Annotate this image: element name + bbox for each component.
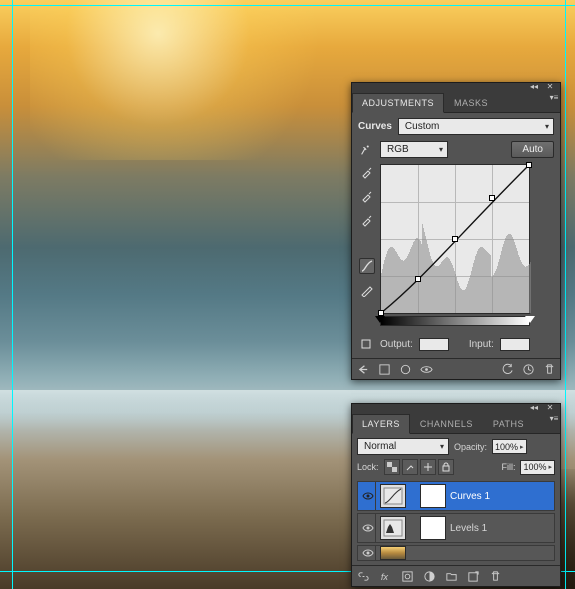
curves-graph[interactable] [380, 164, 530, 314]
clip-icon[interactable] [398, 362, 412, 376]
panel-menu-icon[interactable]: ▾≡ [548, 414, 560, 422]
add-adjustment-icon[interactable] [422, 569, 436, 583]
panel-drag-bar[interactable]: ◂◂ ✕ [352, 404, 560, 414]
expand-icon[interactable] [377, 362, 391, 376]
panel-menu-icon[interactable]: ▾≡ [548, 93, 560, 101]
layers-panel: ◂◂ ✕ LAYERS CHANNELS PATHS ▾≡ Normal ▾ O… [351, 403, 561, 587]
on-image-tool-icon[interactable] [358, 142, 374, 158]
opacity-value: 100% [495, 442, 518, 452]
previous-state-icon[interactable] [500, 362, 514, 376]
channel-dropdown[interactable]: RGB ▾ [380, 141, 448, 158]
return-arrow-icon[interactable] [356, 362, 370, 376]
eyedropper-white-icon[interactable] [359, 212, 375, 228]
layers-footer: fx [352, 565, 560, 586]
lock-all-icon[interactable] [438, 459, 454, 475]
curve-point-threequarter[interactable] [489, 195, 495, 201]
layer-row-levels[interactable]: Levels 1 [357, 513, 555, 543]
edit-points-icon[interactable] [358, 336, 374, 352]
adjustments-panel: ◂◂ ✕ ADJUSTMENTS MASKS ▾≡ Curves Custom … [351, 82, 561, 380]
preset-dropdown-value: Custom [405, 121, 439, 132]
lock-pixels-icon[interactable] [402, 459, 418, 475]
lock-label: Lock: [357, 462, 379, 472]
layer-row-curves[interactable]: Curves 1 [357, 481, 555, 511]
layer-name: Curves 1 [450, 491, 490, 502]
preset-dropdown[interactable]: Custom ▾ [398, 118, 554, 135]
input-gradient [380, 316, 530, 326]
white-slider[interactable] [525, 316, 535, 323]
trash-icon[interactable] [542, 362, 556, 376]
visibility-toggle[interactable] [360, 545, 376, 561]
adjustment-thumb [380, 484, 406, 508]
collapse-icon[interactable]: ◂◂ [528, 403, 540, 411]
black-slider[interactable] [375, 316, 385, 323]
mask-thumb [420, 484, 446, 508]
eye-icon[interactable] [419, 362, 433, 376]
tab-layers[interactable]: LAYERS [352, 414, 410, 434]
chevron-down-icon: ▾ [439, 145, 443, 154]
adjustments-footer [352, 358, 560, 379]
layer-name: Levels 1 [450, 523, 487, 534]
guide-vertical-left [12, 0, 13, 589]
blend-mode-value: Normal [364, 441, 396, 452]
adjustment-thumb [380, 516, 406, 540]
curve-mode-icon[interactable] [359, 258, 375, 274]
visibility-toggle[interactable] [360, 482, 376, 510]
collapse-icon[interactable]: ◂◂ [528, 82, 540, 90]
lock-transparent-icon[interactable] [384, 459, 400, 475]
opacity-field[interactable]: 100% ▸ [492, 439, 527, 454]
adjustment-type-label: Curves [358, 121, 392, 132]
new-group-icon[interactable] [444, 569, 458, 583]
add-mask-icon[interactable] [400, 569, 414, 583]
guide-horizontal-top [0, 5, 575, 6]
opacity-label: Opacity: [454, 442, 487, 452]
close-icon[interactable]: ✕ [544, 82, 556, 90]
chevron-down-icon: ▾ [440, 442, 444, 451]
fill-field[interactable]: 100% ▸ [520, 460, 555, 475]
new-layer-icon[interactable] [466, 569, 480, 583]
panel-drag-bar[interactable]: ◂◂ ✕ [352, 83, 560, 93]
curve-point-highlight[interactable] [526, 162, 532, 168]
eyedropper-black-icon[interactable] [359, 164, 375, 180]
chevron-right-icon: ▸ [520, 443, 524, 451]
lock-position-icon[interactable] [420, 459, 436, 475]
layer-style-icon[interactable]: fx [378, 569, 392, 583]
visibility-toggle[interactable] [360, 514, 376, 542]
tab-adjustments[interactable]: ADJUSTMENTS [352, 93, 444, 113]
image-thumb [380, 546, 406, 560]
pencil-mode-icon[interactable] [359, 282, 375, 298]
tab-channels[interactable]: CHANNELS [410, 414, 483, 433]
close-icon[interactable]: ✕ [544, 403, 556, 411]
svg-text:fx: fx [380, 572, 388, 582]
channel-dropdown-value: RGB [387, 144, 409, 155]
chevron-down-icon: ▾ [545, 122, 549, 131]
tab-masks[interactable]: MASKS [444, 93, 498, 112]
reset-icon[interactable] [521, 362, 535, 376]
guide-vertical-right [565, 0, 566, 589]
tab-paths[interactable]: PATHS [483, 414, 534, 433]
input-field[interactable] [500, 338, 530, 351]
link-layers-icon[interactable] [356, 569, 370, 583]
curve-point-quarter[interactable] [415, 276, 421, 282]
fill-label: Fill: [501, 462, 515, 472]
auto-button[interactable]: Auto [511, 141, 554, 158]
eyedropper-gray-icon[interactable] [359, 188, 375, 204]
output-field[interactable] [419, 338, 449, 351]
fill-value: 100% [523, 462, 546, 472]
mask-thumb [420, 516, 446, 540]
layer-row-background[interactable] [357, 545, 555, 561]
chevron-right-icon: ▸ [548, 463, 552, 471]
input-label: Input: [469, 339, 494, 350]
delete-layer-icon[interactable] [488, 569, 502, 583]
blend-mode-dropdown[interactable]: Normal ▾ [357, 438, 449, 455]
output-label: Output: [380, 339, 413, 350]
curve-point-mid[interactable] [452, 236, 458, 242]
